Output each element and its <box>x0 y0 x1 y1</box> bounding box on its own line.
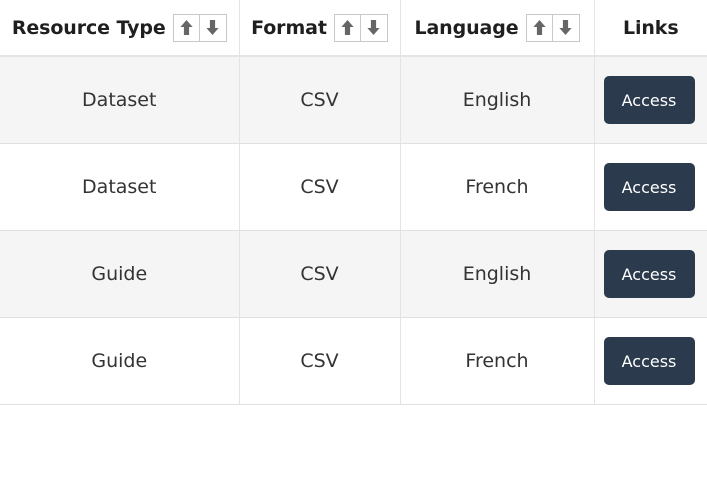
sort-controls-resource-type <box>172 13 227 42</box>
table-body: Dataset CSV English Access Dataset CSV F… <box>0 56 707 405</box>
cell-format: CSV <box>239 230 401 318</box>
access-button[interactable]: Access <box>603 250 695 298</box>
cell-links: Access <box>594 143 707 231</box>
cell-format: CSV <box>239 317 401 405</box>
cell-language: French <box>400 143 595 231</box>
table-row: Guide CSV English Access <box>0 230 707 318</box>
cell-links: Access <box>594 56 707 144</box>
access-button[interactable]: Access <box>603 163 695 211</box>
sort-ascending-arrow-icon <box>340 19 355 36</box>
table-header-row: Resource Type Format Language Links <box>0 0 707 57</box>
sort-ascending-button-language[interactable] <box>525 13 553 42</box>
cell-links: Access <box>594 317 707 405</box>
sort-descending-button-language[interactable] <box>552 13 580 42</box>
sort-ascending-arrow-icon <box>532 19 547 36</box>
resource-table-container: Resource Type Format Language Links Data… <box>0 0 707 405</box>
sort-descending-arrow-icon <box>205 19 220 36</box>
sort-ascending-button-format[interactable] <box>333 13 361 42</box>
access-button[interactable]: Access <box>603 76 695 124</box>
column-header-resource-type: Resource Type <box>0 0 240 57</box>
sort-ascending-arrow-icon <box>179 19 194 36</box>
column-header-label: Links <box>622 16 679 39</box>
cell-language: English <box>400 230 595 318</box>
cell-language: French <box>400 317 595 405</box>
cell-format: CSV <box>239 143 401 231</box>
table-row: Dataset CSV French Access <box>0 143 707 231</box>
cell-resource-type: Guide <box>0 230 240 318</box>
column-header-language: Language <box>400 0 595 57</box>
sort-descending-arrow-icon <box>366 19 381 36</box>
cell-links: Access <box>594 230 707 318</box>
cell-language: English <box>400 56 595 144</box>
column-header-label: Format <box>251 16 327 39</box>
sort-descending-button-format[interactable] <box>360 13 388 42</box>
sort-descending-arrow-icon <box>558 19 573 36</box>
cell-format: CSV <box>239 56 401 144</box>
sort-controls-language <box>525 13 580 42</box>
column-header-label: Resource Type <box>11 16 166 39</box>
sort-ascending-button-resource-type[interactable] <box>172 13 200 42</box>
table-header: Resource Type Format Language Links <box>0 0 707 57</box>
table-row: Dataset CSV English Access <box>0 56 707 144</box>
column-header-links: Links <box>594 0 707 57</box>
access-button[interactable]: Access <box>603 337 695 385</box>
cell-resource-type: Guide <box>0 317 240 405</box>
resource-table: Resource Type Format Language Links Data… <box>0 0 707 405</box>
cell-resource-type: Dataset <box>0 56 240 144</box>
sort-controls-format <box>333 13 388 42</box>
sort-descending-button-resource-type[interactable] <box>199 13 227 42</box>
cell-resource-type: Dataset <box>0 143 240 231</box>
column-header-label: Language <box>414 16 519 39</box>
column-header-format: Format <box>239 0 401 57</box>
table-row: Guide CSV French Access <box>0 317 707 405</box>
